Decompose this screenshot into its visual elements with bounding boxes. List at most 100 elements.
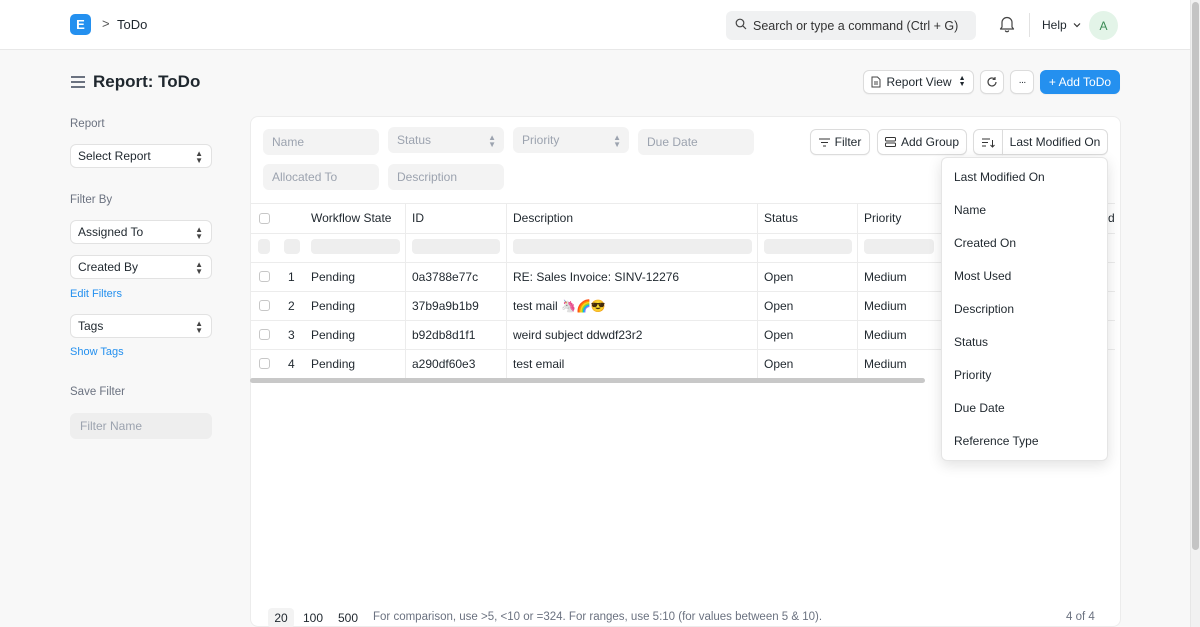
filter-cell[interactable] [513, 239, 752, 254]
more-icon: ··· [1018, 76, 1027, 88]
navbar: E > ToDo Help A [0, 0, 1190, 50]
status-filter-select[interactable]: Status ▲ ▼ [388, 127, 504, 153]
filter-cell[interactable] [412, 239, 500, 254]
priority-filter-select[interactable]: Priority ▲ ▼ [513, 127, 629, 153]
page-size-100[interactable]: 100 [299, 608, 327, 627]
description-cell[interactable]: RE: Sales Invoice: SINV-12276 [513, 270, 679, 284]
add-todo-button[interactable]: + Add ToDo [1040, 70, 1120, 94]
sort-order-button[interactable] [973, 129, 1003, 155]
column-header-id[interactable]: ID [412, 211, 424, 225]
filter-icon [818, 138, 830, 146]
status-cell[interactable]: Open [764, 357, 793, 371]
refresh-button[interactable] [980, 70, 1004, 94]
sort-option[interactable]: Status [954, 335, 988, 349]
row-checkbox[interactable] [259, 329, 270, 340]
user-avatar[interactable]: A [1089, 11, 1118, 40]
report-view-label: Report View [886, 75, 952, 89]
priority-cell[interactable]: Medium [864, 270, 907, 284]
search-icon [735, 18, 747, 33]
workflow-state-cell[interactable]: Pending [311, 270, 355, 284]
status-cell[interactable]: Open [764, 299, 793, 313]
page-scrollbar-thumb[interactable] [1192, 2, 1199, 550]
select-report-dropdown[interactable]: Select Report ▲ ▼ [70, 144, 212, 168]
notification-bell-icon[interactable] [999, 15, 1015, 36]
edit-filters-link[interactable]: Edit Filters [70, 288, 122, 300]
sort-option[interactable]: Reference Type [954, 434, 1039, 448]
id-cell[interactable]: 37b9a9b1b9 [412, 299, 479, 313]
filter-name-input[interactable] [70, 413, 212, 439]
description-cell[interactable]: weird subject ddwdf23r2 [513, 328, 642, 342]
select-all-checkbox[interactable] [259, 213, 270, 224]
row-checkbox[interactable] [259, 300, 270, 311]
breadcrumb-chevron-icon: > [102, 16, 110, 31]
filter-cell[interactable] [258, 239, 270, 254]
add-group-label: Add Group [900, 135, 960, 149]
description-cell[interactable]: test mail 🦄🌈😎 [513, 299, 606, 313]
workflow-state-cell[interactable]: Pending [311, 328, 355, 342]
tags-dropdown[interactable]: Tags ▲ ▼ [70, 314, 212, 338]
sort-option[interactable]: Due Date [954, 401, 1005, 415]
status-cell[interactable]: Open [764, 270, 793, 284]
created-by-dropdown[interactable]: Created By ▲ ▼ [70, 255, 212, 279]
navbar-divider [1029, 13, 1030, 37]
priority-cell[interactable]: Medium [864, 328, 907, 342]
sort-option[interactable]: Created On [954, 236, 1016, 250]
show-tags-link[interactable]: Show Tags [70, 346, 124, 358]
chevron-down-icon [1073, 23, 1081, 28]
report-section-label: Report [70, 118, 105, 130]
filter-cell[interactable] [764, 239, 852, 254]
assigned-to-dropdown[interactable]: Assigned To ▲ ▼ [70, 220, 212, 244]
name-filter-input[interactable]: Name [263, 129, 379, 155]
sort-option[interactable]: Name [954, 203, 986, 217]
priority-cell[interactable]: Medium [864, 299, 907, 313]
workflow-state-cell[interactable]: Pending [311, 357, 355, 371]
sort-option[interactable]: Description [954, 302, 1014, 316]
due-date-filter-input[interactable]: Due Date [638, 129, 754, 155]
column-header-status[interactable]: Status [764, 211, 798, 225]
sort-option[interactable]: Last Modified On [954, 170, 1045, 184]
column-header-workflow-state[interactable]: Workflow State [311, 211, 391, 225]
table-horizontal-scrollbar[interactable] [250, 378, 925, 383]
column-header-description[interactable]: Description [513, 211, 573, 225]
description-cell[interactable]: test email [513, 357, 564, 371]
search-input[interactable] [753, 18, 973, 33]
sort-descending-icon [981, 138, 995, 148]
filter-cell[interactable] [311, 239, 400, 254]
sidebar-toggle-icon[interactable] [71, 76, 85, 91]
select-chevron-icon: ▲ ▼ [488, 133, 496, 149]
filter-hint-text: For comparison, use >5, <10 or =324. For… [373, 611, 823, 623]
description-filter-input[interactable]: Description [388, 164, 504, 190]
sort-by-button[interactable]: Last Modified On [1002, 129, 1108, 155]
id-cell[interactable]: a290df60e3 [412, 357, 475, 371]
row-checkbox[interactable] [259, 358, 270, 369]
column-divider [506, 203, 507, 379]
id-cell[interactable]: 0a3788e77c [412, 270, 478, 284]
help-dropdown[interactable]: Help [1042, 18, 1081, 32]
select-chevron-icon: ▲ ▼ [613, 133, 621, 149]
page-size-20[interactable]: 20 [268, 608, 294, 627]
allocated-to-filter-input[interactable]: Allocated To [263, 164, 379, 190]
filter-cell[interactable] [284, 239, 300, 254]
app-logo[interactable]: E [70, 14, 91, 35]
report-view-button[interactable]: Report View ▲ ▼ [863, 70, 974, 94]
id-cell[interactable]: b92db8d1f1 [412, 328, 475, 342]
page-size-500[interactable]: 500 [332, 608, 364, 627]
row-checkbox[interactable] [259, 271, 270, 282]
filter-button[interactable]: Filter [810, 129, 870, 155]
workflow-state-cell[interactable]: Pending [311, 299, 355, 313]
status-cell[interactable]: Open [764, 328, 793, 342]
search-bar[interactable] [726, 11, 976, 40]
sort-option[interactable]: Priority [954, 368, 991, 382]
add-group-button[interactable]: Add Group [877, 129, 967, 155]
column-divider [857, 203, 858, 379]
more-options-button[interactable]: ··· [1010, 70, 1034, 94]
assigned-to-label: Assigned To [78, 225, 144, 239]
sort-option[interactable]: Most Used [954, 269, 1011, 283]
filter-cell[interactable] [864, 239, 934, 254]
column-header-priority[interactable]: Priority [864, 211, 901, 225]
breadcrumb-todo[interactable]: ToDo [117, 17, 147, 32]
priority-cell[interactable]: Medium [864, 357, 907, 371]
sort-by-label: Last Modified On [1009, 135, 1101, 149]
column-divider [405, 203, 406, 379]
priority-filter-placeholder: Priority [522, 133, 560, 147]
